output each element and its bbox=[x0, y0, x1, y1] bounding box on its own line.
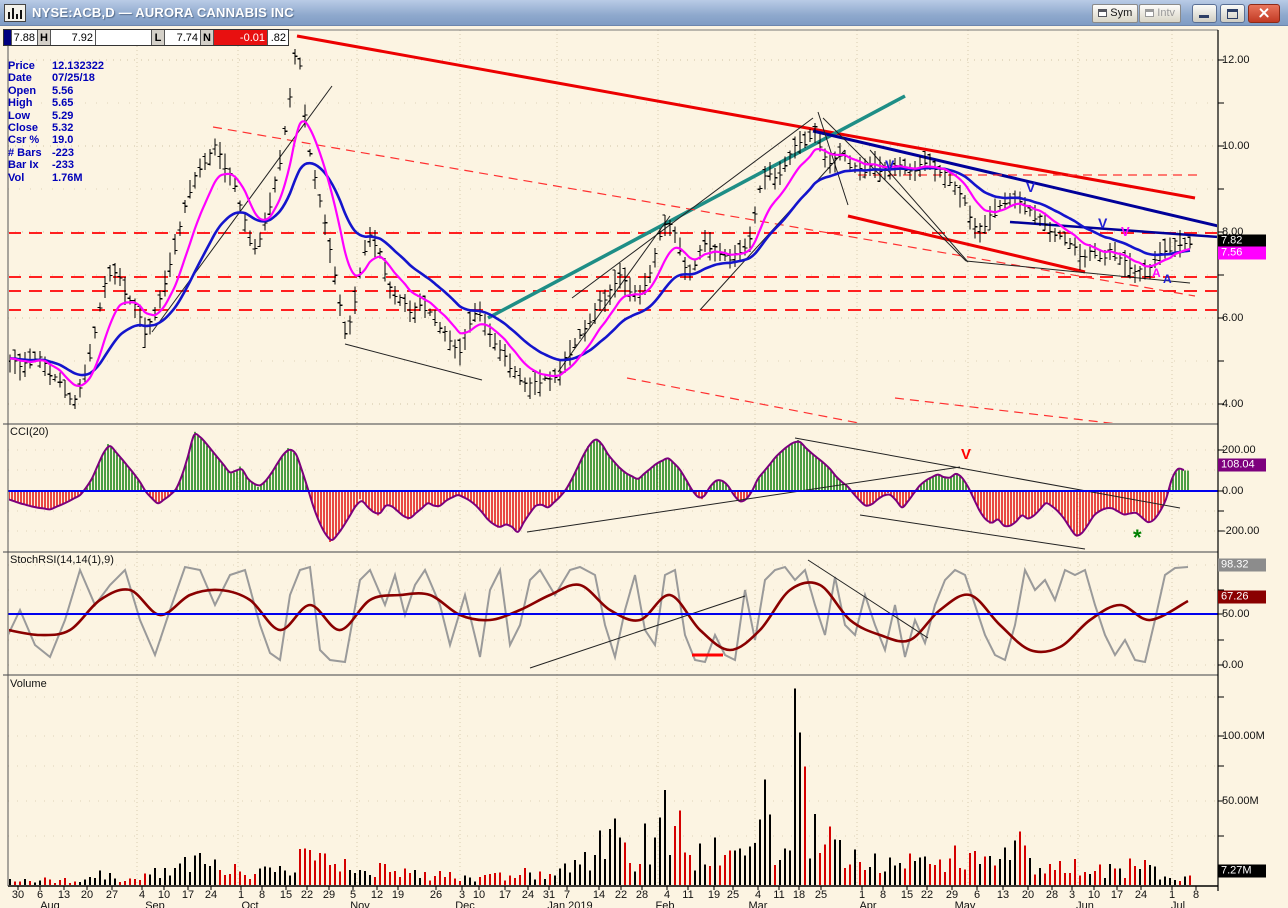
maximize-icon bbox=[1227, 8, 1238, 19]
svg-text:V: V bbox=[1121, 224, 1130, 239]
info-row: Vol 1.76M bbox=[8, 172, 104, 184]
titlebar[interactable]: NYSE:ACB,D — AURORA CANNABIS INC Sym Int… bbox=[0, 0, 1288, 26]
info-row: Csr % 19.0 bbox=[8, 134, 104, 146]
info-row-label: Price bbox=[8, 60, 35, 72]
info-row: Date 07/25/18 bbox=[8, 72, 104, 84]
svg-text:A: A bbox=[1152, 266, 1161, 280]
low-label: L bbox=[152, 30, 165, 45]
svg-text:*: * bbox=[1133, 525, 1142, 550]
chart-canvas[interactable]: VVVVA AV* bbox=[0, 0, 1288, 908]
info-row: Bar Ix -233 bbox=[8, 159, 104, 171]
info-row: Price 12.132322 bbox=[8, 60, 104, 72]
last-price-cell: 7.88 bbox=[12, 30, 38, 45]
svg-text:V: V bbox=[961, 446, 971, 463]
info-row-value: 12.132322 bbox=[52, 60, 104, 72]
stochrsi-panel-label: StochRSI(14,14(1),9) bbox=[10, 554, 114, 566]
net-change-cell: -0.01 bbox=[214, 30, 268, 45]
info-row-value: 1.76M bbox=[52, 171, 83, 184]
svg-text:V: V bbox=[1026, 179, 1036, 195]
window-mini-icon bbox=[1098, 9, 1108, 17]
minimize-button[interactable] bbox=[1192, 3, 1217, 23]
app-window: V V V V A A V * NYSE:ACB,D — AURORA CANNABIS IN… bbox=[0, 0, 1288, 908]
info-row-value: -233 bbox=[52, 159, 75, 172]
window-mini-icon bbox=[1145, 9, 1155, 17]
cci-panel-label: CCI(20) bbox=[10, 426, 49, 438]
maximize-button[interactable] bbox=[1220, 3, 1245, 23]
info-row-label: Vol bbox=[8, 171, 25, 184]
window-title: NYSE:ACB,D — AURORA CANNABIS INC bbox=[32, 5, 294, 20]
volume-panel-label: Volume bbox=[10, 678, 47, 690]
info-row-label: Csr % bbox=[8, 134, 40, 147]
info-row-label: Bar Ix bbox=[8, 159, 39, 172]
info-row-value: 19.0 bbox=[52, 134, 74, 147]
info-row: Close 5.32 bbox=[8, 122, 104, 134]
info-row-value: 5.32 bbox=[52, 122, 74, 135]
info-row: High 5.65 bbox=[8, 97, 104, 109]
info-panel: Price 12.132322 Date 07/25/18 Open 5.56 High 5.… bbox=[8, 60, 104, 184]
info-row-label: Close bbox=[8, 122, 38, 135]
high-value-cell: 7.92 bbox=[51, 30, 96, 45]
info-row-label: Low bbox=[8, 109, 30, 122]
symbol-color-swatch bbox=[4, 30, 12, 45]
info-row-label: Open bbox=[8, 84, 37, 97]
info-row-label: High bbox=[8, 97, 33, 110]
info-row-label: Date bbox=[8, 72, 32, 85]
sym-button[interactable]: Sym bbox=[1092, 3, 1139, 23]
info-row-value: 5.65 bbox=[52, 97, 74, 110]
close-button[interactable] bbox=[1248, 3, 1280, 23]
info-row: Low 5.29 bbox=[8, 110, 104, 122]
info-row-value: 5.29 bbox=[52, 109, 74, 122]
svg-text:A: A bbox=[1163, 272, 1172, 286]
info-row-value: 5.56 bbox=[52, 84, 74, 97]
info-row-label: # Bars bbox=[8, 146, 42, 159]
minimize-icon bbox=[1199, 14, 1209, 18]
svg-text:V: V bbox=[885, 157, 895, 173]
spacer-cell bbox=[96, 30, 152, 45]
info-row-value: -223 bbox=[52, 146, 75, 159]
info-row-value: 07/25/18 bbox=[52, 72, 95, 85]
svg-text:V: V bbox=[1098, 215, 1108, 231]
close-fragment-cell: .82 bbox=[268, 30, 288, 45]
info-row: Open 5.56 bbox=[8, 85, 104, 97]
low-value-cell: 7.74 bbox=[165, 30, 201, 45]
quote-bar: 7.88 H 7.92 L 7.74 N -0.01 .82 bbox=[3, 29, 289, 46]
net-label: N bbox=[201, 30, 214, 45]
app-icon bbox=[4, 3, 26, 22]
info-row: # Bars -223 bbox=[8, 147, 104, 159]
intv-button[interactable]: Intv bbox=[1139, 3, 1181, 23]
high-label: H bbox=[38, 30, 51, 45]
